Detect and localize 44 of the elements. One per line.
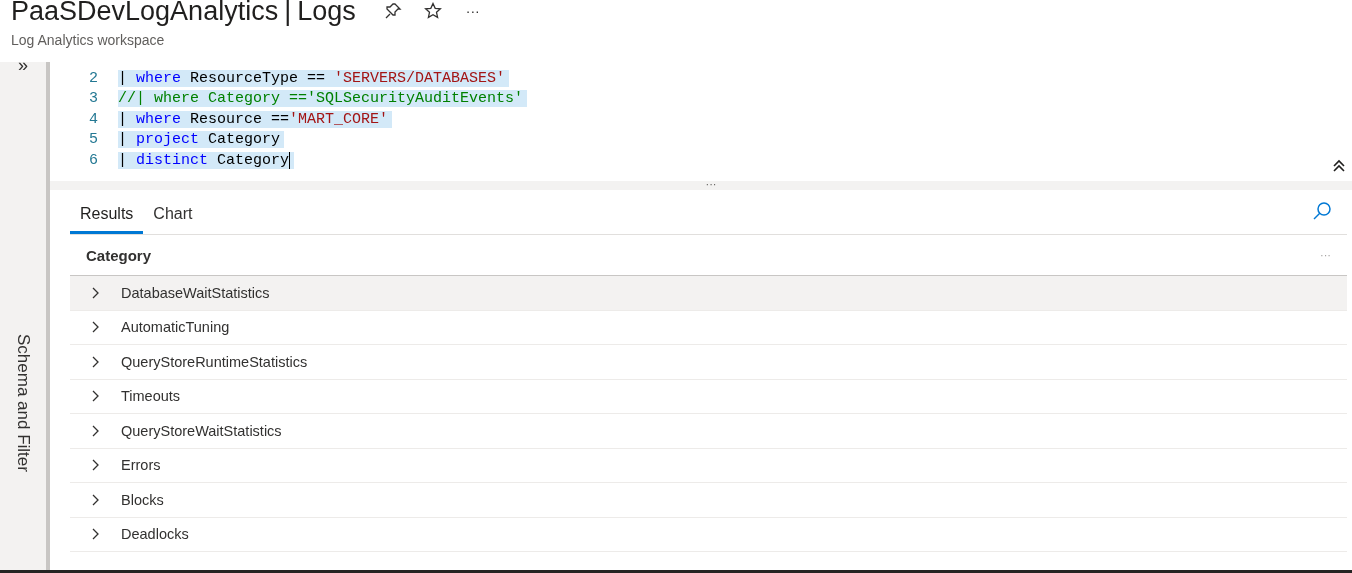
pin-icon[interactable]: [383, 2, 402, 20]
table-row[interactable]: Errors: [70, 448, 1347, 483]
line-number: 5: [88, 131, 98, 149]
splitter-handle[interactable]: ···: [705, 181, 717, 187]
column-header[interactable]: Category: [86, 246, 152, 264]
page-title-suffix: Logs: [297, 0, 356, 27]
table-row[interactable]: Deadlocks: [70, 517, 1347, 552]
page-title: PaaSDevLogAnalytics: [11, 0, 279, 27]
line-number: 2: [88, 69, 98, 87]
table-row[interactable]: QueryStoreRuntimeStatistics: [70, 345, 1347, 380]
table-row[interactable]: QueryStoreWaitStatistics: [70, 414, 1347, 449]
more-button[interactable]: ···: [465, 3, 480, 19]
chevron-icon[interactable]: [90, 459, 100, 472]
table-cell: DatabaseWaitStatistics: [121, 284, 270, 301]
title-separator: |: [284, 0, 292, 27]
chevron-icon[interactable]: [90, 528, 100, 541]
line-number: 6: [88, 151, 98, 169]
page-subtitle: Log Analytics workspace: [11, 32, 166, 48]
table-row[interactable]: AutomaticTuning: [70, 310, 1347, 345]
tab[interactable]: Results: [70, 205, 144, 234]
table-cell: AutomaticTuning: [121, 319, 230, 336]
collapse-icon[interactable]: [1332, 159, 1346, 173]
table-row[interactable]: Timeouts: [70, 379, 1347, 414]
line-number: 3: [88, 90, 98, 108]
table-row[interactable]: DatabaseWaitStatistics: [70, 276, 1347, 311]
chevron-icon[interactable]: [90, 286, 100, 299]
chevron-icon[interactable]: [90, 493, 100, 506]
expand-button[interactable]: »: [18, 56, 28, 74]
star-icon[interactable]: [423, 2, 442, 20]
chevron-icon[interactable]: [90, 355, 100, 368]
table-cell: QueryStoreRuntimeStatistics: [121, 353, 308, 370]
schema-and-filter-tab[interactable]: Schema and Filter: [13, 334, 33, 472]
table-cell: Errors: [121, 457, 161, 474]
chevron-icon[interactable]: [90, 321, 100, 334]
table-cell: QueryStoreWaitStatistics: [121, 422, 282, 439]
table-cell: Blocks: [121, 491, 164, 508]
tab[interactable]: Chart: [143, 205, 203, 234]
line-number: 4: [88, 110, 98, 128]
chevron-icon[interactable]: [90, 424, 100, 437]
table-cell: Timeouts: [121, 388, 181, 405]
table-cell: Deadlocks: [121, 526, 189, 543]
table-row[interactable]: Blocks: [70, 483, 1347, 518]
chevron-icon[interactable]: [90, 390, 100, 403]
search-icon[interactable]: [1311, 200, 1333, 222]
